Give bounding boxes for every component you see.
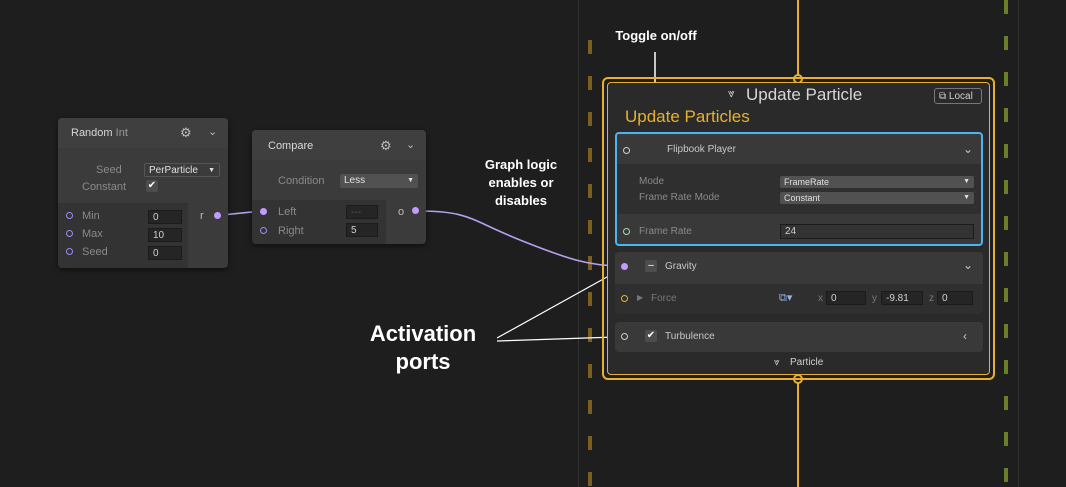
left-port[interactable] xyxy=(260,208,267,215)
force-y-label: y xyxy=(872,293,877,304)
seed-port[interactable] xyxy=(66,248,73,255)
chevron-down-icon[interactable]: ⌄ xyxy=(208,125,217,138)
compare-node-header[interactable]: Compare ⚙ ⌄ xyxy=(252,130,426,160)
gravity-block[interactable]: – Gravity ⌄ ▶ Force ⧉▾ x 0 y -9.81 z 0 xyxy=(615,252,983,314)
force-x-label: x xyxy=(818,293,823,304)
chevron-down-icon[interactable]: ⌄ xyxy=(963,142,973,156)
max-label: Max xyxy=(82,228,103,240)
max-port[interactable] xyxy=(66,230,73,237)
annotation-line: disables xyxy=(494,193,548,208)
gravity-toggle[interactable]: – xyxy=(645,260,657,272)
gravity-activation-port[interactable] xyxy=(621,263,628,270)
flipbook-title: Flipbook Player xyxy=(667,144,736,155)
annotation-toggle: Toggle on/off xyxy=(615,28,697,43)
frame-rate-mode-dropdown[interactable]: Constant ▼ xyxy=(780,192,974,204)
compare-output-label: o xyxy=(398,206,405,218)
random-output-port[interactable] xyxy=(214,212,221,219)
left-field[interactable]: --- xyxy=(346,205,378,219)
flipbook-player-block[interactable]: Flipbook Player ⌄ Mode FrameRate ▼ Frame … xyxy=(615,132,983,246)
seed2-label: Seed xyxy=(82,246,108,258)
particle-icon: ⩔ xyxy=(728,86,735,100)
frame-rate-label: Frame Rate xyxy=(639,226,692,237)
seed-dropdown[interactable]: PerParticle ▼ xyxy=(144,163,220,177)
condition-label: Condition xyxy=(278,175,325,187)
right-field[interactable]: 5 xyxy=(346,223,378,237)
compare-output-port[interactable] xyxy=(412,207,419,214)
annotation-line: Graph logic xyxy=(484,157,558,172)
local-space-toggle[interactable]: ⧉ Local xyxy=(934,88,982,104)
force-port[interactable] xyxy=(621,295,628,302)
left-label: Left xyxy=(278,206,297,218)
random-node-title: Random Int xyxy=(71,127,128,139)
right-label: Right xyxy=(278,225,304,237)
seed-label: Seed xyxy=(96,164,122,176)
force-z-field[interactable]: 0 xyxy=(937,291,973,305)
chevron-left-icon[interactable]: ‹ xyxy=(963,329,967,343)
flipbook-toggle[interactable] xyxy=(647,144,659,156)
flipbook-activation-port[interactable] xyxy=(623,147,630,154)
chevron-down-icon[interactable]: ⌄ xyxy=(406,138,415,151)
frame-rate-mode-label: Frame Rate Mode xyxy=(639,192,720,203)
max-field[interactable]: 10 xyxy=(148,228,182,242)
graph-canvas[interactable]: Random Int ⚙ ⌄ Seed PerParticle ▼ Constan… xyxy=(0,0,1066,487)
flipbook-settings-panel xyxy=(617,164,981,214)
seed2-field[interactable]: 0 xyxy=(148,246,182,260)
annotation-activation: Activation ports xyxy=(348,320,498,376)
context-title: Update Particle xyxy=(746,85,863,104)
frame-rate-field[interactable]: 24 xyxy=(780,224,974,239)
space-cube-icon[interactable]: ⧉▾ xyxy=(779,291,792,305)
constant-checkbox[interactable]: ✔ xyxy=(146,180,158,192)
annotation-line: ports xyxy=(395,349,451,374)
force-y-field[interactable]: -9.81 xyxy=(881,291,923,305)
force-label: Force xyxy=(651,293,677,304)
compare-node[interactable]: Compare ⚙ ⌄ Condition Less ▼ Left --- Rig… xyxy=(252,130,426,244)
force-expand-icon[interactable]: ▶ xyxy=(637,293,643,302)
compare-node-title: Compare xyxy=(268,140,314,152)
particle-icon: ⩔ xyxy=(774,357,780,368)
random-int-node[interactable]: Random Int ⚙ ⌄ Seed PerParticle ▼ Constan… xyxy=(58,118,228,268)
mode-label: Mode xyxy=(639,176,665,187)
mode-dropdown[interactable]: FrameRate ▼ xyxy=(780,176,974,188)
random-node-header[interactable]: Random Int ⚙ ⌄ xyxy=(58,118,228,148)
cube-icon: ⧉ xyxy=(939,91,947,102)
annotation-graph-logic: Graph logic enables or disables xyxy=(446,156,596,210)
force-z-label: z xyxy=(929,293,934,304)
context-subtitle: Update Particles xyxy=(625,107,750,126)
turbulence-title: Turbulence xyxy=(665,331,715,342)
min-field[interactable]: 0 xyxy=(148,210,182,224)
chevron-down-icon[interactable]: ⌄ xyxy=(963,258,973,272)
context-footer: Particle xyxy=(790,357,824,368)
right-port[interactable] xyxy=(260,227,267,234)
random-output-label: r xyxy=(200,210,204,222)
annotation-line: Activation xyxy=(369,321,477,346)
min-port[interactable] xyxy=(66,212,73,219)
condition-dropdown[interactable]: Less ▼ xyxy=(340,174,418,188)
frame-rate-port[interactable] xyxy=(623,228,630,235)
constant-label: Constant xyxy=(82,181,127,193)
turbulence-toggle[interactable]: ✔ xyxy=(645,330,657,342)
min-label: Min xyxy=(82,210,100,222)
gear-icon[interactable]: ⚙ xyxy=(180,125,192,141)
gear-icon[interactable]: ⚙ xyxy=(380,138,392,154)
turbulence-block[interactable]: ✔ Turbulence ‹ xyxy=(615,322,983,352)
turbulence-activation-port[interactable] xyxy=(621,333,628,340)
annotation-line: enables or xyxy=(488,175,554,190)
force-x-field[interactable]: 0 xyxy=(826,291,866,305)
gravity-title: Gravity xyxy=(665,261,697,272)
